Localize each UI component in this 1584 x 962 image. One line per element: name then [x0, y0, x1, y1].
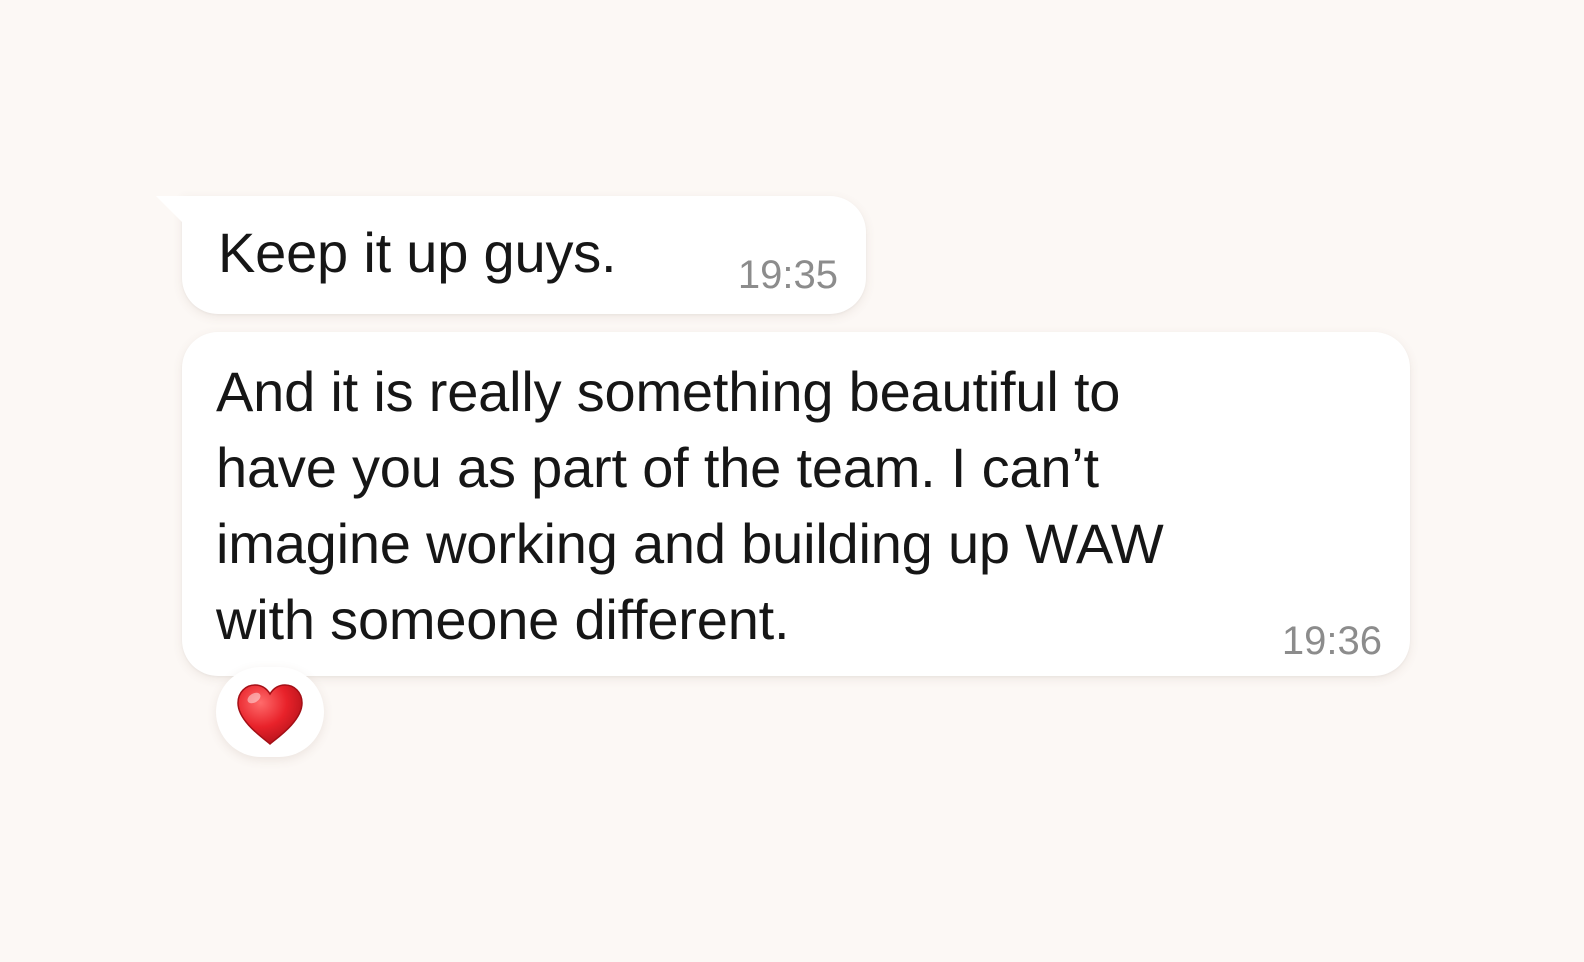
message-text: Keep it up guys. — [218, 221, 617, 284]
reaction-badge[interactable] — [216, 667, 324, 757]
message-line: have you as part of the team. I can’t — [216, 436, 1099, 499]
bubble-tail — [156, 196, 182, 222]
message-bubble[interactable]: Keep it up guys. 19:35 — [156, 196, 866, 314]
heart-icon — [237, 684, 303, 746]
message-text: And it is really something beautiful to … — [216, 354, 1346, 658]
message-timestamp: 19:35 — [737, 253, 838, 297]
message-line: And it is really something beautiful to — [216, 360, 1121, 423]
message-bubble[interactable]: And it is really something beautiful to … — [182, 332, 1410, 676]
message-line: with someone different. — [216, 588, 790, 651]
chat-area: Keep it up guys. 19:35 And it is really … — [0, 0, 1584, 962]
message-line: imagine working and building up WAW — [216, 512, 1164, 575]
message-timestamp: 19:36 — [1281, 619, 1382, 663]
